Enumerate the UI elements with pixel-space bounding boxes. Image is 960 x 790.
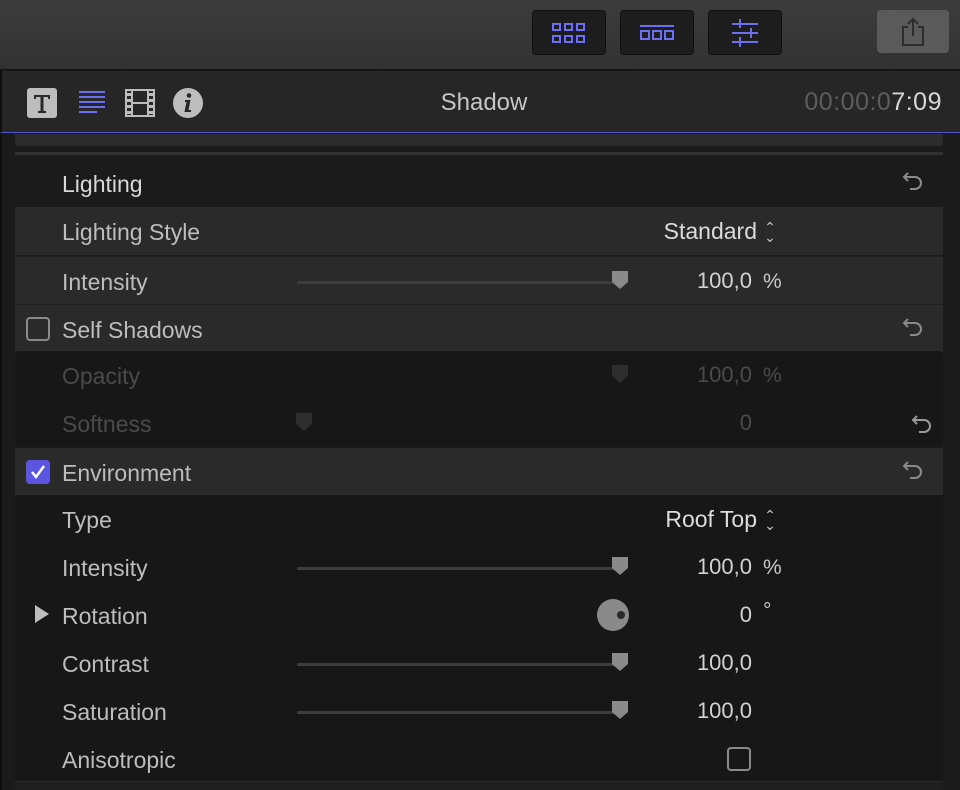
timecode-leading: 00:00:0 [804, 88, 892, 116]
inspector-content[interactable]: Lighting Lighting Style Standard ⌃ ⌄ Inte… [0, 134, 960, 790]
up-down-chevron-icon: ⌃ ⌄ [764, 506, 776, 533]
lighting-intensity-slider[interactable] [297, 281, 622, 284]
lighting-intensity-label: Intensity [62, 269, 148, 295]
environment-label: Environment [62, 460, 192, 486]
top-toolbar [0, 0, 960, 70]
lighting-intensity-row: Intensity 100,0 % [15, 256, 943, 304]
opacity-value: 100,0 [696, 362, 752, 387]
rotation-label: Rotation [62, 603, 148, 629]
opacity-label: Opacity [62, 363, 140, 389]
anisotropic-row: Anisotropic [15, 735, 943, 783]
lighting-style-row: Lighting Style Standard ⌃ ⌄ [15, 207, 943, 255]
softness-value: 0 [739, 410, 752, 435]
lighting-section-header: Lighting [15, 159, 943, 207]
environment-type-popup[interactable]: Roof Top ⌃ ⌄ [665, 506, 777, 533]
saturation-row: Saturation 100,0 [15, 687, 943, 735]
rotation-row: Rotation 0 ° [15, 591, 943, 639]
browser-grid-button[interactable] [532, 10, 606, 55]
inspector-header: Shadow 00:00:07:09 [0, 71, 960, 133]
share-icon [902, 17, 924, 46]
timeline-button[interactable] [620, 10, 694, 55]
softness-label: Softness [62, 411, 152, 437]
environment-checkbox[interactable] [26, 460, 50, 484]
slider-thumb[interactable] [611, 556, 629, 576]
slider-thumb[interactable] [611, 652, 629, 672]
slider-thumb[interactable] [611, 270, 629, 290]
section-divider [15, 152, 943, 155]
contrast-slider[interactable] [297, 663, 622, 666]
previous-section-stub [15, 134, 943, 146]
environment-type-label: Type [62, 507, 112, 533]
lighting-intensity-value[interactable]: 100,0 [697, 268, 752, 294]
contrast-value[interactable]: 100,0 [697, 650, 752, 676]
self-shadows-label: Self Shadows [62, 317, 203, 343]
reset-icon[interactable] [902, 316, 924, 338]
reset-icon[interactable] [902, 459, 924, 481]
environment-type-row: Type Roof Top ⌃ ⌄ [15, 495, 943, 543]
rotation-dial[interactable] [597, 599, 629, 631]
reset-icon[interactable] [911, 413, 933, 435]
anisotropic-label: Anisotropic [62, 747, 176, 773]
checkmark-icon [31, 465, 46, 480]
opacity-row: Opacity 100,0 % [15, 351, 943, 399]
saturation-slider[interactable] [297, 711, 622, 714]
lighting-intensity-unit: % [763, 270, 782, 293]
saturation-value[interactable]: 100,0 [697, 698, 752, 724]
slider-thumb [296, 413, 312, 431]
softness-row: Softness 0 [15, 399, 943, 447]
anisotropic-checkbox[interactable] [727, 747, 751, 771]
slider-thumb [612, 365, 628, 383]
disclosure-triangle-icon[interactable] [35, 605, 49, 623]
lighting-style-label: Lighting Style [62, 219, 201, 245]
opacity-unit: % [763, 364, 782, 387]
saturation-label: Saturation [62, 699, 167, 725]
lighting-style-popup[interactable]: Standard ⌃ ⌄ [664, 218, 777, 245]
contrast-row: Contrast 100,0 [15, 639, 943, 687]
timecode: 00:00:07:09 [804, 88, 942, 117]
inspector-button[interactable] [708, 10, 782, 55]
share-button[interactable] [877, 10, 949, 53]
environment-intensity-row: Intensity 100,0 % [15, 543, 943, 591]
contrast-label: Contrast [62, 651, 149, 677]
lighting-label: Lighting [62, 171, 143, 197]
inspector-sliders-icon [732, 18, 758, 47]
browser-grid-icon [552, 22, 585, 43]
environment-intensity-unit: % [763, 556, 782, 579]
self-shadows-header: Self Shadows [15, 304, 943, 352]
slider-thumb[interactable] [611, 700, 629, 720]
environment-intensity-label: Intensity [62, 555, 148, 581]
up-down-chevron-icon: ⌃ ⌄ [764, 218, 776, 245]
timeline-icon [640, 24, 674, 40]
rotation-unit: ° [763, 599, 772, 622]
environment-type-value: Roof Top [665, 506, 757, 532]
self-shadows-checkbox[interactable] [26, 317, 50, 341]
environment-intensity-value[interactable]: 100,0 [697, 554, 752, 580]
environment-header: Environment [15, 448, 943, 496]
timecode-trailing: 7:09 [891, 88, 942, 116]
lighting-style-value: Standard [663, 218, 757, 244]
bottom-edge [15, 781, 943, 790]
reset-icon[interactable] [902, 170, 924, 192]
rotation-value[interactable]: 0 [740, 602, 752, 628]
environment-intensity-slider[interactable] [297, 567, 622, 570]
